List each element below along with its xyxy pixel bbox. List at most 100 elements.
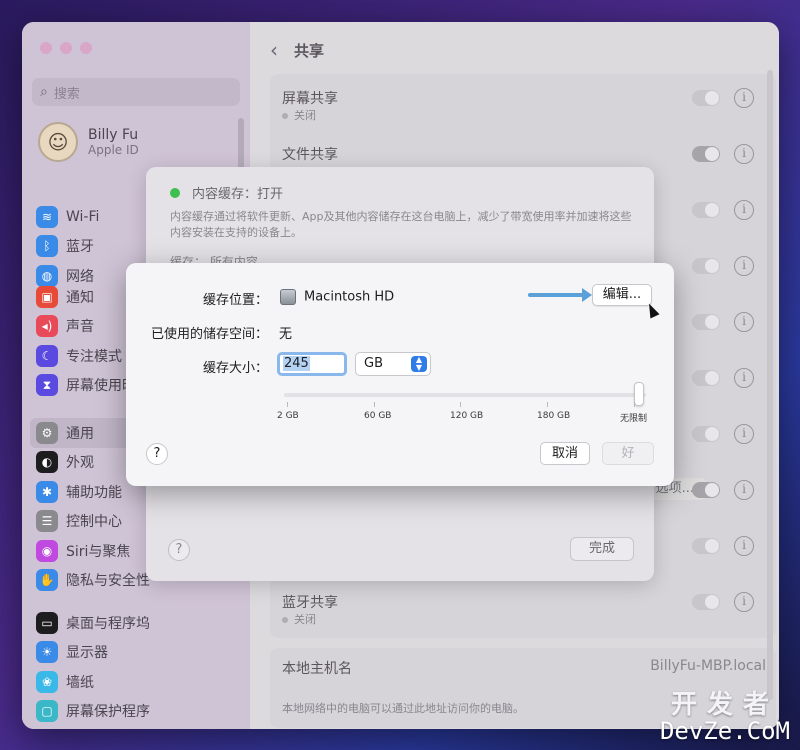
slider-knob[interactable]: [634, 382, 644, 406]
search-placeholder: 搜索: [53, 86, 80, 102]
hostname-value: BillyFu-MBP.local: [650, 658, 766, 674]
sidebar-item[interactable]: ▭ 桌面与程序坞: [36, 608, 246, 638]
search-input[interactable]: ⌕ 搜索: [32, 78, 240, 106]
sidebar-item[interactable]: ▢ 屏幕保护程序: [36, 697, 246, 727]
user-name: Billy Fu: [88, 127, 139, 143]
cancel-button[interactable]: 取消: [540, 442, 590, 465]
info-icon[interactable]: i: [734, 592, 754, 612]
back-chevron-icon[interactable]: ‹: [270, 38, 278, 62]
watermark-logo: 开发者 DevZe.CoM: [660, 684, 790, 745]
hostname-hint: 本地网络中的电脑可以通过此地址访问你的电脑。: [282, 702, 524, 715]
mouse-pointer-icon: [644, 301, 660, 319]
appearance-icon: ◐: [36, 451, 58, 474]
watermark-bottom: DevZe.CoM: [659, 717, 790, 745]
sidebar-group: ▭ 桌面与程序坞 ☀ 显示器 ❀ 墙纸 ▢ 屏幕保护程序: [36, 608, 246, 726]
toggle-switch[interactable]: [692, 538, 720, 554]
used-storage-label: 已使用的储存空间：: [150, 327, 268, 342]
accessibility-icon: ✱: [36, 480, 58, 503]
sidebar-item[interactable]: ☀ 显示器: [36, 638, 246, 668]
toggle-switch[interactable]: [692, 426, 720, 442]
location-label: 缓存位置：: [202, 293, 268, 308]
page-title: 共享: [294, 41, 325, 60]
info-icon[interactable]: i: [734, 424, 754, 444]
minimize-window-button[interactable]: [60, 42, 72, 54]
toggle-switch[interactable]: [692, 202, 720, 218]
dock-icon: ▭: [36, 611, 58, 634]
hard-disk-icon: [280, 289, 296, 305]
sheet-help-button[interactable]: ?: [168, 539, 190, 561]
info-icon[interactable]: i: [734, 536, 754, 556]
notifications-icon: ▣: [36, 285, 58, 308]
sidebar-item-label: 墙纸: [66, 674, 94, 691]
sidebar-item-label: 蓝牙: [66, 239, 94, 256]
cache-size-slider[interactable]: [284, 393, 646, 397]
sidebar-item-label: 控制中心: [66, 514, 122, 531]
caching-status: 内容缓存：打开: [192, 187, 284, 202]
sidebar-item-label: 桌面与程序坞: [66, 615, 150, 632]
toggle-switch[interactable]: [692, 314, 720, 330]
toggle-switch[interactable]: [692, 482, 720, 498]
help-button[interactable]: ?: [146, 443, 168, 465]
hostname-label: 本地主机名: [282, 661, 352, 677]
slider-tick: [374, 402, 375, 407]
info-icon[interactable]: i: [734, 312, 754, 332]
unit-select[interactable]: GB ▲ ▼: [355, 352, 431, 376]
done-button[interactable]: 完成: [569, 537, 634, 561]
toggle-switch[interactable]: [692, 370, 720, 386]
main-scrollbar[interactable]: [767, 70, 773, 700]
sidebar-item-label: 屏幕保护程序: [66, 704, 150, 721]
toggle-switch[interactable]: [692, 594, 720, 610]
slider-tick: [547, 402, 548, 407]
focus-icon: ☾: [36, 344, 58, 367]
screensaver-icon: ▢: [36, 700, 58, 723]
avatar: ☺: [38, 122, 78, 162]
privacy-hand-icon: ✋: [36, 569, 58, 592]
toggle-switch[interactable]: [692, 258, 720, 274]
toggle-switch[interactable]: [692, 146, 720, 162]
status-dot: [282, 617, 288, 623]
row-title: 蓝牙共享: [282, 595, 338, 611]
row-title: 屏幕共享: [282, 91, 338, 107]
cache-size-value: 245: [283, 356, 310, 371]
edit-button[interactable]: 编辑...: [592, 284, 652, 306]
slider-tick-label: 120 GB: [450, 411, 484, 421]
slider-tick-label: 2 GB: [277, 411, 299, 421]
sidebar-item-label: 通用: [66, 425, 94, 442]
info-icon[interactable]: i: [734, 88, 754, 108]
slider-tick-label: 无限制: [620, 414, 648, 424]
info-icon[interactable]: i: [734, 200, 754, 220]
sidebar-item-label: 专注模式: [66, 348, 122, 365]
row-title: 文件共享: [282, 147, 338, 163]
toggle-switch[interactable]: [692, 90, 720, 106]
info-icon[interactable]: i: [734, 480, 754, 500]
apple-id-item[interactable]: ☺ Billy Fu Apple ID: [38, 122, 139, 162]
info-icon[interactable]: i: [734, 256, 754, 276]
user-apple-id: Apple ID: [88, 143, 139, 157]
sound-icon: ◂): [36, 315, 58, 338]
sidebar-item[interactable]: ❀ 墙纸: [36, 667, 246, 697]
search-icon: ⌕: [40, 84, 48, 100]
info-icon[interactable]: i: [734, 144, 754, 164]
siri-icon: ◉: [36, 539, 58, 562]
up-down-chevron-icon: ▲ ▼: [411, 356, 427, 372]
close-window-button[interactable]: [40, 42, 52, 54]
cache-settings-dialog: 缓存位置： Macintosh HD 编辑... 已使用的储存空间： 无 缓存大…: [126, 263, 674, 486]
list-item: 蓝牙共享 关闭 i: [282, 578, 764, 634]
bluetooth-icon: ᛒ: [36, 235, 58, 258]
row-status: 关闭: [294, 613, 316, 626]
ok-button[interactable]: 好: [602, 442, 654, 465]
slider-tick: [287, 402, 288, 407]
sidebar-item-label: 通知: [66, 289, 94, 306]
wallpaper-icon: ❀: [36, 670, 58, 693]
sidebar-item-label: 外观: [66, 455, 94, 472]
unit-value: GB: [364, 356, 383, 371]
info-icon[interactable]: i: [734, 368, 754, 388]
screen-time-icon: ⧗: [36, 374, 58, 397]
caching-description: 内容缓存通过将软件更新、App及其他内容储存在这台电脑上，减少了带宽使用率并加速…: [170, 210, 632, 239]
slider-tick-label: 60 GB: [364, 411, 392, 421]
slider-tick: [634, 402, 635, 407]
cache-size-input[interactable]: 245: [277, 352, 347, 376]
zoom-window-button[interactable]: [80, 42, 92, 54]
row-status: 关闭: [294, 109, 316, 122]
display-icon: ☀: [36, 641, 58, 664]
